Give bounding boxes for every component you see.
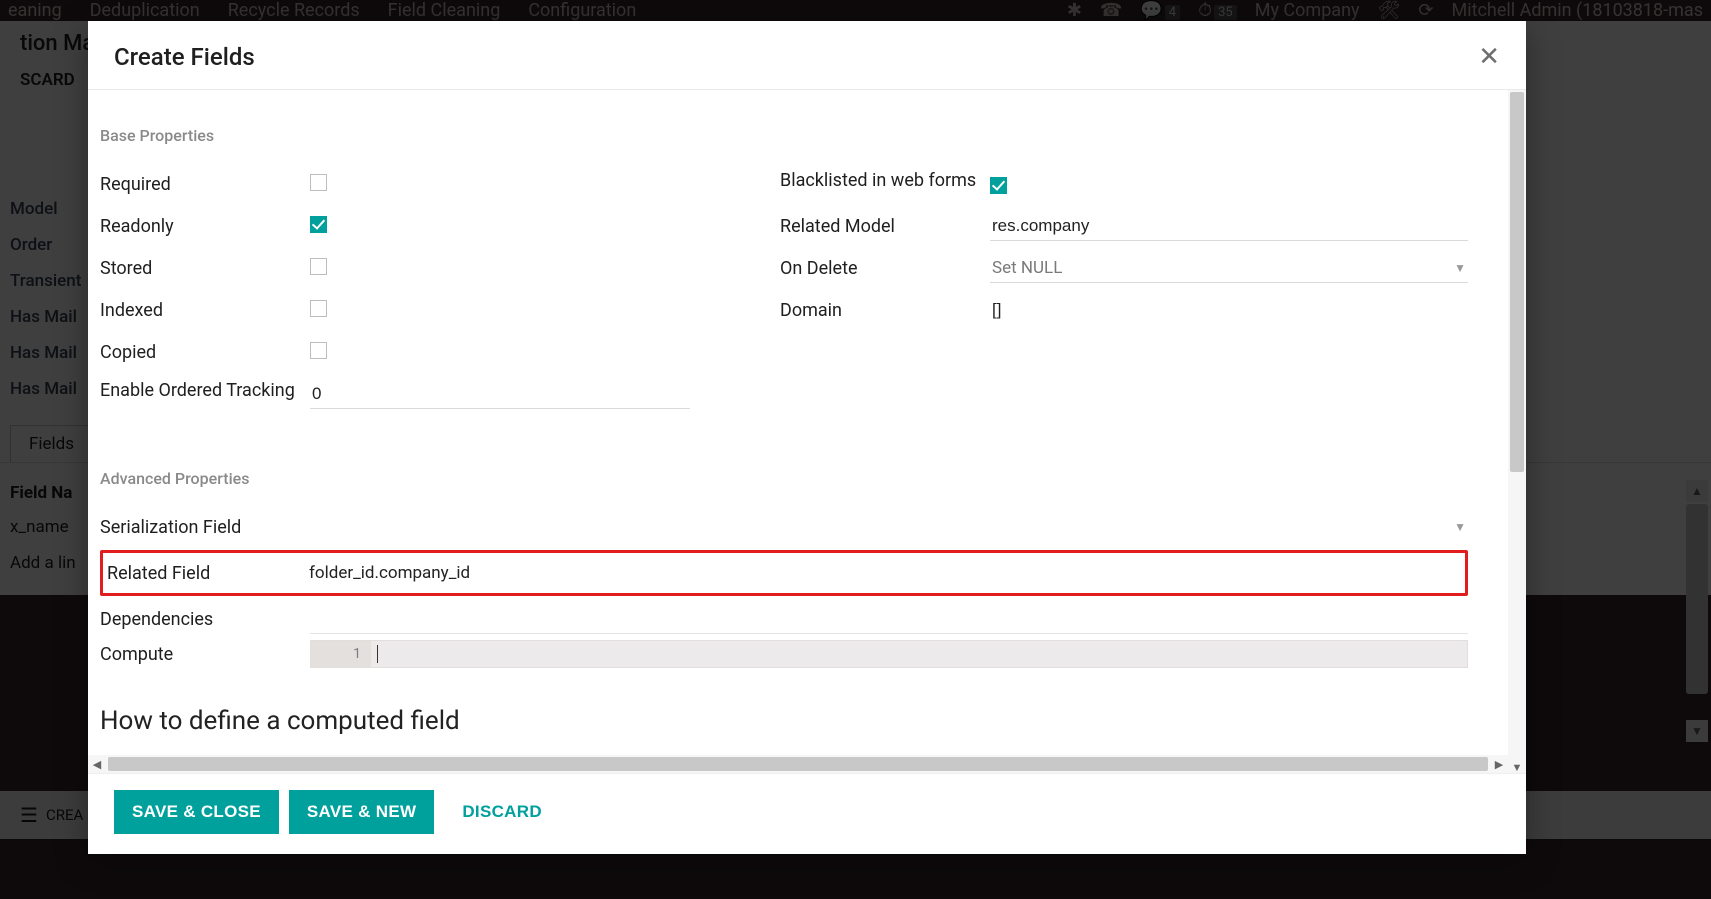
label-copied: Copied (100, 342, 310, 363)
discard-button[interactable]: Discard (444, 790, 560, 834)
label-related-model: Related Model (780, 216, 990, 237)
code-cursor (377, 645, 378, 663)
scroll-down-icon[interactable]: ▼ (1508, 759, 1526, 773)
label-related-field: Related Field (107, 563, 309, 584)
checkbox-blacklisted[interactable] (990, 177, 1007, 194)
modal-footer: Save & Close Save & New Discard (88, 773, 1526, 854)
input-enable-ordered-tracking[interactable] (310, 380, 690, 409)
checkbox-copied[interactable] (310, 342, 327, 359)
label-readonly: Readonly (100, 216, 310, 237)
label-indexed: Indexed (100, 300, 310, 321)
modal-header: Create Fields ✕ (88, 21, 1526, 90)
scroll-right-icon[interactable]: ▶ (1490, 755, 1508, 773)
select-on-delete[interactable]: Set NULL ▼ (990, 254, 1468, 283)
label-compute: Compute (100, 640, 310, 665)
label-serialization-field: Serialization Field (100, 517, 310, 538)
create-fields-modal: Create Fields ✕ Base Properties Required… (88, 21, 1526, 854)
checkbox-indexed[interactable] (310, 300, 327, 317)
section-advanced-properties: Advanced Properties (100, 469, 1468, 488)
label-required: Required (100, 174, 310, 195)
scroll-left-icon[interactable]: ◀ (88, 755, 106, 773)
label-dependencies: Dependencies (100, 609, 310, 630)
computed-field-heading: How to define a computed field (100, 706, 1468, 734)
label-domain: Domain (780, 300, 990, 321)
section-base-properties: Base Properties (100, 126, 1468, 145)
input-domain[interactable] (990, 296, 1468, 324)
save-new-button[interactable]: Save & New (289, 790, 434, 834)
label-stored: Stored (100, 258, 310, 279)
select-serialization-field[interactable]: ▼ (310, 516, 1468, 538)
modal-scrollbar-horizontal[interactable]: ◀ ▶ (88, 755, 1508, 773)
modal-body: Base Properties Required Readonly (88, 90, 1508, 773)
value-related-field[interactable]: folder_id.company_id (309, 563, 1459, 583)
label-enable-ordered-tracking: Enable Ordered Tracking (100, 373, 310, 403)
modal-title: Create Fields (114, 43, 255, 71)
modal-scrollbar-vertical[interactable]: ▲ ▼ (1508, 90, 1526, 773)
select-on-delete-value: Set NULL (992, 258, 1062, 278)
highlighted-related-field-row: Related Field folder_id.company_id (100, 550, 1468, 596)
scroll-thumb-horizontal[interactable] (108, 757, 1488, 771)
checkbox-stored[interactable] (310, 258, 327, 275)
chevron-down-icon: ▼ (1454, 261, 1466, 275)
scroll-thumb-vertical[interactable] (1510, 92, 1524, 472)
save-close-button[interactable]: Save & Close (114, 790, 279, 834)
close-icon[interactable]: ✕ (1478, 44, 1500, 70)
compute-code-editor[interactable]: 1 (310, 640, 1468, 668)
chevron-down-icon: ▼ (1454, 520, 1466, 534)
input-related-model[interactable] (990, 212, 1468, 241)
checkbox-required[interactable] (310, 174, 327, 191)
checkbox-readonly[interactable] (310, 216, 327, 233)
label-on-delete: On Delete (780, 258, 990, 279)
label-blacklisted: Blacklisted in web forms (780, 163, 990, 193)
code-gutter-line: 1 (311, 641, 371, 667)
input-dependencies[interactable] (310, 605, 1468, 634)
